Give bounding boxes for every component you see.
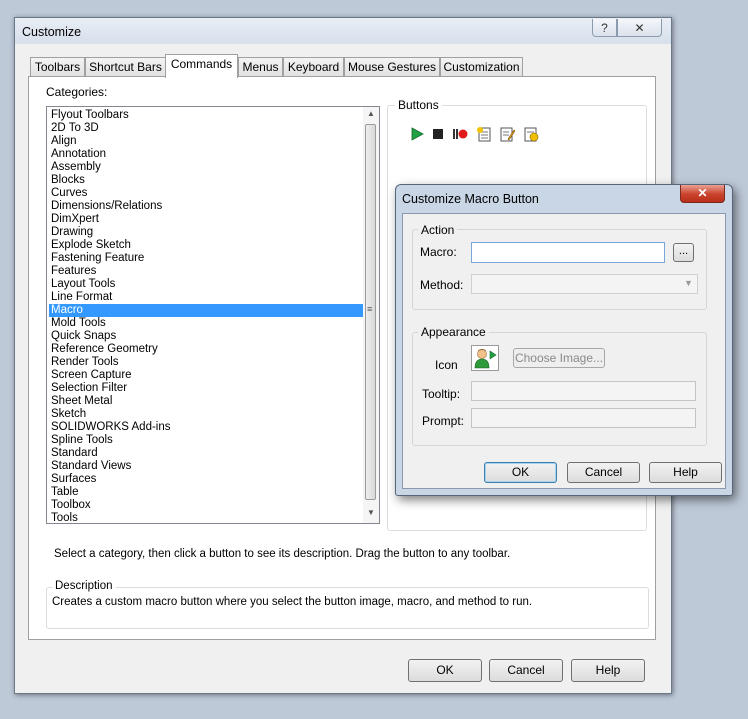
category-item[interactable]: SOLIDWORKS Add-ins [49, 421, 363, 434]
customize-macro-button-dialog: Customize Macro Button ✕ Action Macro: .… [395, 184, 733, 496]
tab-toolbars[interactable]: Toolbars [30, 57, 85, 76]
scroll-down-arrow-icon[interactable]: ▼ [367, 508, 375, 517]
category-item[interactable]: Sheet Metal [49, 395, 363, 408]
dialog-ok-button[interactable]: OK [484, 462, 557, 483]
dialog-cancel-button[interactable]: Cancel [567, 462, 640, 483]
macro-input[interactable] [471, 242, 665, 263]
dialog-help-button[interactable]: Help [649, 462, 722, 483]
tab-mouse-gestures[interactable]: Mouse Gestures [344, 57, 440, 76]
grip-icon: ≡ [367, 304, 373, 314]
hint-text: Select a category, then click a button t… [54, 548, 511, 560]
description-text: Creates a custom macro button where you … [52, 596, 533, 608]
category-item[interactable]: Dimensions/Relations [49, 200, 363, 213]
category-item[interactable]: Table [49, 486, 363, 499]
tooltip-input[interactable] [471, 381, 696, 401]
prompt-input[interactable] [471, 408, 696, 428]
choose-image-button[interactable]: Choose Image... [513, 348, 605, 368]
chevron-down-icon: ▼ [684, 278, 693, 288]
macro-label: Macro: [420, 245, 457, 259]
tab-shortcut-bars[interactable]: Shortcut Bars [85, 57, 166, 76]
dialog-title: Customize Macro Button [402, 192, 539, 206]
dialog-body: Action Macro: ... Method: ▼ Appearance I… [402, 213, 726, 489]
category-item[interactable]: Tools [49, 512, 363, 523]
record-macro-icon[interactable] [452, 126, 468, 142]
tab-keyboard[interactable]: Keyboard [283, 57, 344, 76]
close-caption-button[interactable]: ✕ [617, 19, 662, 37]
appearance-label: Appearance [418, 325, 489, 339]
tab-commands[interactable]: Commands [165, 54, 238, 78]
category-item[interactable]: Assembly [49, 161, 363, 174]
customize-macro-icon[interactable] [523, 126, 539, 142]
list-scrollbar[interactable]: ▲ ≡ ▼ [363, 107, 379, 523]
category-item[interactable]: Align [49, 135, 363, 148]
run-macro-icon[interactable] [409, 126, 425, 142]
category-item[interactable]: Sketch [49, 408, 363, 421]
description-label: Description [52, 580, 116, 592]
tab-customization[interactable]: Customization [440, 57, 523, 76]
category-item[interactable]: Spline Tools [49, 434, 363, 447]
category-item[interactable]: Selection Filter [49, 382, 363, 395]
category-item[interactable]: 2D To 3D [49, 122, 363, 135]
macro-user-icon [474, 349, 497, 369]
category-item[interactable]: Reference Geometry [49, 343, 363, 356]
category-item[interactable]: Features [49, 265, 363, 278]
method-label: Method: [420, 278, 464, 292]
description-groupbox [46, 587, 649, 629]
category-item[interactable]: Macro [49, 304, 363, 317]
edit-macro-icon[interactable] [499, 126, 515, 142]
method-select[interactable]: ▼ [471, 274, 698, 294]
window-title: Customize [22, 25, 82, 39]
category-item[interactable]: Flyout Toolbars [49, 109, 363, 122]
cancel-button[interactable]: Cancel [489, 659, 563, 682]
help-caption-button[interactable]: ? [592, 19, 617, 37]
categories-list[interactable]: Flyout Toolbars 2D To 3D Align Annotation As… [46, 106, 380, 524]
stop-macro-icon[interactable] [430, 126, 446, 142]
buttons-label: Buttons [395, 98, 442, 112]
ok-button[interactable]: OK [408, 659, 482, 682]
category-item[interactable]: Render Tools [49, 356, 363, 369]
category-item[interactable]: Explode Sketch [49, 239, 363, 252]
categories-label: Categories: [46, 85, 108, 99]
category-item[interactable]: Screen Capture [49, 369, 363, 382]
tooltip-label: Tooltip: [422, 387, 461, 401]
scroll-up-arrow-icon[interactable]: ▲ [367, 109, 375, 118]
category-item[interactable]: Drawing [49, 226, 363, 239]
category-item[interactable]: Standard Views [49, 460, 363, 473]
scroll-thumb[interactable]: ≡ [365, 124, 376, 500]
browse-button[interactable]: ... [673, 243, 694, 262]
category-item[interactable]: Mold Tools [49, 317, 363, 330]
category-item[interactable]: Layout Tools [49, 278, 363, 291]
prompt-label: Prompt: [422, 414, 465, 428]
icon-label: Icon [435, 358, 458, 372]
action-label: Action [418, 223, 458, 237]
category-item[interactable]: Fastening Feature [49, 252, 363, 265]
new-macro-icon[interactable] [476, 126, 492, 142]
category-item[interactable]: Blocks [49, 174, 363, 187]
category-item[interactable]: Quick Snaps [49, 330, 363, 343]
title-bar[interactable]: Customize ? ✕ [15, 18, 671, 44]
dialog-close-button[interactable]: ✕ [680, 185, 725, 203]
macro-icon-preview [471, 345, 499, 371]
category-item[interactable]: Standard [49, 447, 363, 460]
category-item[interactable]: Toolbox [49, 499, 363, 512]
tab-menus[interactable]: Menus [238, 57, 283, 76]
category-item[interactable]: Line Format [49, 291, 363, 304]
category-item[interactable]: DimXpert [49, 213, 363, 226]
help-button[interactable]: Help [571, 659, 645, 682]
category-item[interactable]: Annotation [49, 148, 363, 161]
category-item[interactable]: Surfaces [49, 473, 363, 486]
category-item[interactable]: Curves [49, 187, 363, 200]
